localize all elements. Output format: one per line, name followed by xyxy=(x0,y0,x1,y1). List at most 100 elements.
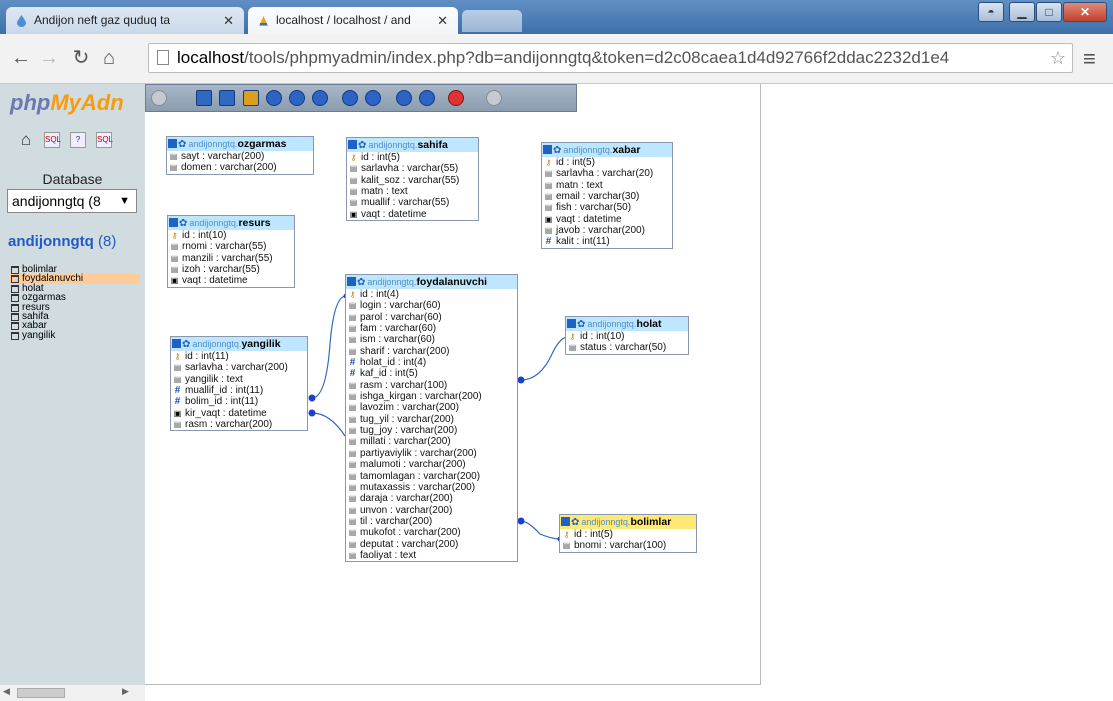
designer-table-ozgarmas[interactable]: ✿ andijonngtq.ozgarmas ▤ sayt : varchar(200… xyxy=(166,136,314,175)
grid-icon[interactable] xyxy=(342,90,358,106)
gear-icon[interactable]: ✿ xyxy=(577,319,585,330)
angular-links-icon[interactable] xyxy=(312,90,328,106)
table-column[interactable]: ⚷ id : int(5) xyxy=(347,152,478,163)
collapse-checkbox-icon[interactable] xyxy=(168,139,177,148)
table-column[interactable]: ▣ kir_vaqt : datetime xyxy=(171,408,307,419)
fullscreen-icon[interactable] xyxy=(486,90,502,106)
table-column[interactable]: ▤ domen : varchar(200) xyxy=(167,162,313,173)
scroll-thumb[interactable] xyxy=(17,688,65,698)
designer-table-resurs[interactable]: ✿ andijonngtq.resurs ⚷ id : int(10) ▤ rnomi :… xyxy=(167,215,295,288)
table-column[interactable]: ⚷ id : int(4) xyxy=(346,289,517,300)
table-icon[interactable] xyxy=(11,284,19,293)
create-relation-icon[interactable] xyxy=(243,90,259,106)
sql-query-icon[interactable]: SQL xyxy=(44,132,61,148)
table-column[interactable]: ▤ manzili : varchar(55) xyxy=(168,253,294,264)
table-column[interactable]: ⚷ id : int(10) xyxy=(168,230,294,241)
designer-table-header[interactable]: ✿ andijonngtq.holat xyxy=(566,317,688,331)
designer-table-header[interactable]: ✿ andijonngtq.yangilik xyxy=(171,337,307,351)
table-column[interactable]: ▤ daraja : varchar(200) xyxy=(346,493,517,504)
table-column[interactable]: ▣ vaqt : datetime xyxy=(347,209,478,220)
designer-table-holat[interactable]: ✿ andijonngtq.holat ⚷ id : int(10) ▤ status :… xyxy=(565,316,689,355)
collapse-checkbox-icon[interactable] xyxy=(561,517,570,526)
collapse-checkbox-icon[interactable] xyxy=(567,319,576,328)
gear-icon[interactable]: ✿ xyxy=(358,140,366,151)
table-column[interactable]: ▤ izoh : varchar(55) xyxy=(168,264,294,275)
save-icon[interactable] xyxy=(196,90,212,106)
gear-icon[interactable]: ✿ xyxy=(178,139,186,150)
home-icon[interactable]: ⌂ xyxy=(18,131,34,148)
table-column[interactable]: ▤ sayt : varchar(200) xyxy=(167,151,313,162)
designer-table-header[interactable]: ✿ andijonngtq.bolimlar xyxy=(560,515,696,529)
table-column[interactable]: ▤ ishga_kirgan : varchar(200) xyxy=(346,391,517,402)
table-column[interactable]: ▤ muallif : varchar(55) xyxy=(347,197,478,208)
help-icon[interactable]: ? xyxy=(70,132,86,148)
table-column[interactable]: ▤ millati : varchar(200) xyxy=(346,436,517,447)
table-list-icon[interactable] xyxy=(219,90,235,106)
designer-table-header[interactable]: ✿ andijonngtq.ozgarmas xyxy=(167,137,313,151)
table-column[interactable]: ⚷ id : int(5) xyxy=(560,529,696,540)
small-big-icon[interactable] xyxy=(365,90,381,106)
collapse-checkbox-icon[interactable] xyxy=(347,277,356,286)
table-column[interactable]: # muallif_id : int(11) xyxy=(171,385,307,396)
table-column[interactable]: ▤ partiyaviylik : varchar(200) xyxy=(346,448,517,459)
table-column[interactable]: ▤ status : varchar(50) xyxy=(566,342,688,353)
designer-table-yangilik[interactable]: ✿ andijonngtq.yangilik ⚷ id : int(11) ▤ sarla… xyxy=(170,336,308,432)
table-column[interactable]: ▤ matn : text xyxy=(347,186,478,197)
export-schema-icon[interactable] xyxy=(419,90,435,106)
home-icon[interactable]: ⌂ xyxy=(98,46,120,70)
table-column[interactable]: ▤ kalit_soz : varchar(55) xyxy=(347,175,478,186)
collapse-checkbox-icon[interactable] xyxy=(543,145,552,154)
table-column[interactable]: ▤ lavozim : varchar(200) xyxy=(346,402,517,413)
table-column[interactable]: ▤ fish : varchar(50) xyxy=(542,202,672,213)
table-column[interactable]: ▤ matn : text xyxy=(542,180,672,191)
table-column[interactable]: # holat_id : int(4) xyxy=(346,357,517,368)
table-column[interactable]: ▤ sarlavha : varchar(20) xyxy=(542,168,672,179)
table-icon[interactable] xyxy=(11,294,19,303)
table-column[interactable]: ▤ sarlavha : varchar(200) xyxy=(171,362,307,373)
bookmark-star-icon[interactable]: ☆ xyxy=(1050,44,1066,72)
table-icon[interactable] xyxy=(11,331,19,340)
minimize-button[interactable]: ▁ xyxy=(1009,2,1035,22)
profile-icon[interactable]: ◓ xyxy=(978,2,1004,22)
table-column[interactable]: ▤ rasm : varchar(100) xyxy=(346,380,517,391)
toggle-menu-icon[interactable] xyxy=(151,90,167,106)
designer-table-foydalanuvchi[interactable]: ✿ andijonngtq.foydalanuvchi ⚷ id : int(4) ▤ l… xyxy=(345,274,518,563)
scroll-right-icon[interactable]: ▶ xyxy=(122,686,129,697)
gear-icon[interactable]: ✿ xyxy=(182,339,190,350)
help-icon[interactable] xyxy=(289,90,305,106)
close-tab-icon[interactable]: ✕ xyxy=(223,7,234,34)
collapse-checkbox-icon[interactable] xyxy=(348,140,357,149)
chrome-menu-icon[interactable]: ≡ xyxy=(1083,46,1096,72)
close-window-button[interactable]: ✕ xyxy=(1063,2,1107,22)
table-column[interactable]: ▤ unvon : varchar(200) xyxy=(346,505,517,516)
toggle-relation-lines-icon[interactable] xyxy=(396,90,412,106)
table-column[interactable]: ⚷ id : int(11) xyxy=(171,351,307,362)
forward-arrow-icon[interactable]: → xyxy=(38,46,60,70)
designer-table-sahifa[interactable]: ✿ andijonngtq.sahifa ⚷ id : int(5) ▤ sarlavha… xyxy=(346,137,479,222)
scroll-left-icon[interactable]: ◀ xyxy=(3,686,10,697)
table-column[interactable]: ▤ sarlavha : varchar(55) xyxy=(347,163,478,174)
table-column[interactable]: ▤ parol : varchar(60) xyxy=(346,312,517,323)
table-column[interactable]: ▤ javob : varchar(200) xyxy=(542,225,672,236)
designer-table-header[interactable]: ✿ andijonngtq.xabar xyxy=(542,143,672,157)
table-column[interactable]: ▤ malumoti : varchar(200) xyxy=(346,459,517,470)
table-column[interactable]: ▣ vaqt : datetime xyxy=(542,214,672,225)
table-column[interactable]: ⚷ id : int(10) xyxy=(566,331,688,342)
table-column[interactable]: ▣ vaqt : datetime xyxy=(168,275,294,286)
designer-table-xabar[interactable]: ✿ andijonngtq.xabar ⚷ id : int(5) ▤ sarlavha … xyxy=(541,142,673,249)
table-column[interactable]: ▤ mukofot : varchar(200) xyxy=(346,527,517,538)
gear-icon[interactable]: ✿ xyxy=(357,277,365,288)
table-column[interactable]: ▤ til : varchar(200) xyxy=(346,516,517,527)
table-column[interactable]: ▤ login : varchar(60) xyxy=(346,300,517,311)
table-icon[interactable] xyxy=(11,303,19,312)
table-icon[interactable] xyxy=(11,275,19,284)
close-tab-icon[interactable]: ✕ xyxy=(437,7,448,34)
database-heading[interactable]: andijonngtq (8) xyxy=(8,233,116,250)
table-column[interactable]: ▤ bnomi : varchar(100) xyxy=(560,540,696,551)
gear-icon[interactable]: ✿ xyxy=(571,517,579,528)
table-column[interactable]: ▤ ism : varchar(60) xyxy=(346,334,517,345)
sidebar-table-yangilik[interactable]: yangilik xyxy=(10,330,140,340)
table-column[interactable]: ▤ faoliyat : text xyxy=(346,550,517,561)
table-column[interactable]: ▤ deputat : varchar(200) xyxy=(346,539,517,550)
table-column[interactable]: # kaf_id : int(5) xyxy=(346,368,517,379)
